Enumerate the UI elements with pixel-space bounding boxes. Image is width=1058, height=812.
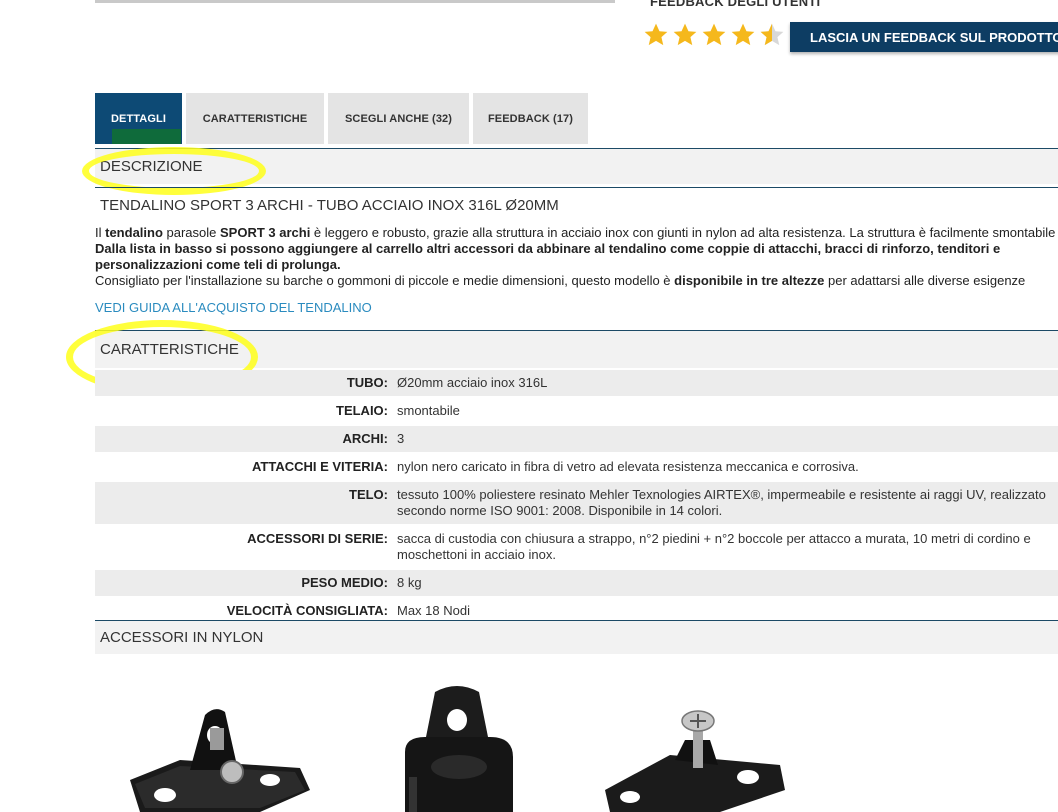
spec-label: ATTACCHI E VITERIA: bbox=[251, 459, 388, 474]
spec-value: sacca di custodia con chiusura a strappo… bbox=[397, 531, 1031, 562]
spec-row-attacchi: ATTACCHI E VITERIA: nylon nero caricato … bbox=[95, 454, 1058, 480]
spec-value: nylon nero caricato in fibra di vetro ad… bbox=[397, 459, 859, 474]
star-icon bbox=[673, 23, 697, 46]
tab-scegli-anche[interactable]: SCEGLI ANCHE (32) bbox=[328, 93, 469, 144]
accessories-heading-text: ACCESSORI IN NYLON bbox=[100, 629, 264, 646]
description-line: Consigliato per l'installazione su barch… bbox=[95, 273, 1026, 288]
spec-value: Ø20mm acciaio inox 316L bbox=[397, 375, 548, 390]
spec-value: 8 kg bbox=[397, 575, 422, 590]
tube-clamp-product-image[interactable] bbox=[395, 682, 520, 812]
spec-label: ACCESSORI DI SERIE: bbox=[247, 531, 388, 546]
features-table: TUBO: Ø20mm acciaio inox 316L TELAIO: sm… bbox=[95, 370, 1058, 626]
deck-hinge-product-image[interactable] bbox=[120, 700, 320, 812]
rating-stars bbox=[643, 22, 785, 48]
top-divider bbox=[95, 0, 615, 3]
tab-feedback[interactable]: FEEDBACK (17) bbox=[473, 93, 588, 144]
spec-value: smontabile bbox=[397, 403, 460, 418]
tab-label: DETTAGLI bbox=[111, 112, 166, 125]
spec-row-telo: TELO: tessuto 100% poliestere resinato M… bbox=[95, 482, 1058, 524]
leave-feedback-button[interactable]: LASCIA UN FEEDBACK SUL PRODOTTO bbox=[790, 22, 1058, 52]
description-heading: DESCRIZIONE bbox=[95, 148, 1058, 184]
spec-label: ARCHI: bbox=[342, 431, 389, 446]
spec-row-peso: PESO MEDIO: 8 kg bbox=[95, 570, 1058, 596]
spec-label: PESO MEDIO: bbox=[301, 575, 388, 590]
description-heading-text: DESCRIZIONE bbox=[100, 158, 203, 175]
product-title: TENDALINO SPORT 3 ARCHI - TUBO ACCIAIO I… bbox=[95, 187, 1058, 222]
star-icon bbox=[731, 23, 755, 46]
spec-row-accessori: ACCESSORI DI SERIE: sacca di custodia co… bbox=[95, 526, 1058, 568]
star-icon bbox=[644, 23, 668, 46]
deck-hinge-screw-product-image[interactable] bbox=[600, 705, 790, 812]
product-tabs: DETTAGLI CARATTERISTICHE SCEGLI ANCHE (3… bbox=[95, 93, 588, 144]
spec-label: TELO: bbox=[349, 487, 388, 502]
spec-row-archi: ARCHI: 3 bbox=[95, 426, 1058, 452]
product-description: Il tendalino parasole SPORT 3 archi è le… bbox=[95, 225, 1058, 289]
active-tab-indicator bbox=[112, 129, 181, 144]
spec-value: 3 bbox=[397, 431, 405, 446]
spec-row-telaio: TELAIO: smontabile bbox=[95, 398, 1058, 424]
page: FEEDBACK DEGLI UTENTI LASCIA UN FEEDBACK… bbox=[0, 0, 1058, 812]
spec-label: TUBO: bbox=[346, 375, 388, 390]
tab-caratteristiche[interactable]: CARATTERISTICHE bbox=[186, 93, 324, 144]
spec-label: TELAIO: bbox=[336, 403, 388, 418]
spec-row-tubo: TUBO: Ø20mm acciaio inox 316L bbox=[95, 370, 1058, 396]
description-line: Il tendalino parasole SPORT 3 archi è le… bbox=[95, 225, 1056, 240]
tab-dettagli[interactable]: DETTAGLI bbox=[95, 93, 182, 144]
buying-guide-link[interactable]: VEDI GUIDA ALL'ACQUISTO DEL TENDALINO bbox=[95, 300, 372, 315]
spec-value: tessuto 100% poliestere resinato Mehler … bbox=[397, 487, 1046, 518]
tab-label: SCEGLI ANCHE (32) bbox=[344, 112, 453, 125]
features-heading-text: CARATTERISTICHE bbox=[100, 341, 239, 358]
accessories-heading: ACCESSORI IN NYLON bbox=[95, 620, 1058, 654]
half-star-icon bbox=[760, 23, 784, 46]
feedback-title: FEEDBACK DEGLI UTENTI bbox=[650, 0, 821, 9]
tab-label: CARATTERISTICHE bbox=[202, 112, 308, 125]
star-icon bbox=[702, 23, 726, 46]
description-line: Dalla lista in basso si possono aggiunge… bbox=[95, 241, 1001, 256]
features-heading: CARATTERISTICHE bbox=[95, 330, 1058, 368]
description-line: personalizzazioni come teli di prolunga. bbox=[95, 257, 341, 272]
tab-label: FEEDBACK (17) bbox=[487, 112, 574, 125]
